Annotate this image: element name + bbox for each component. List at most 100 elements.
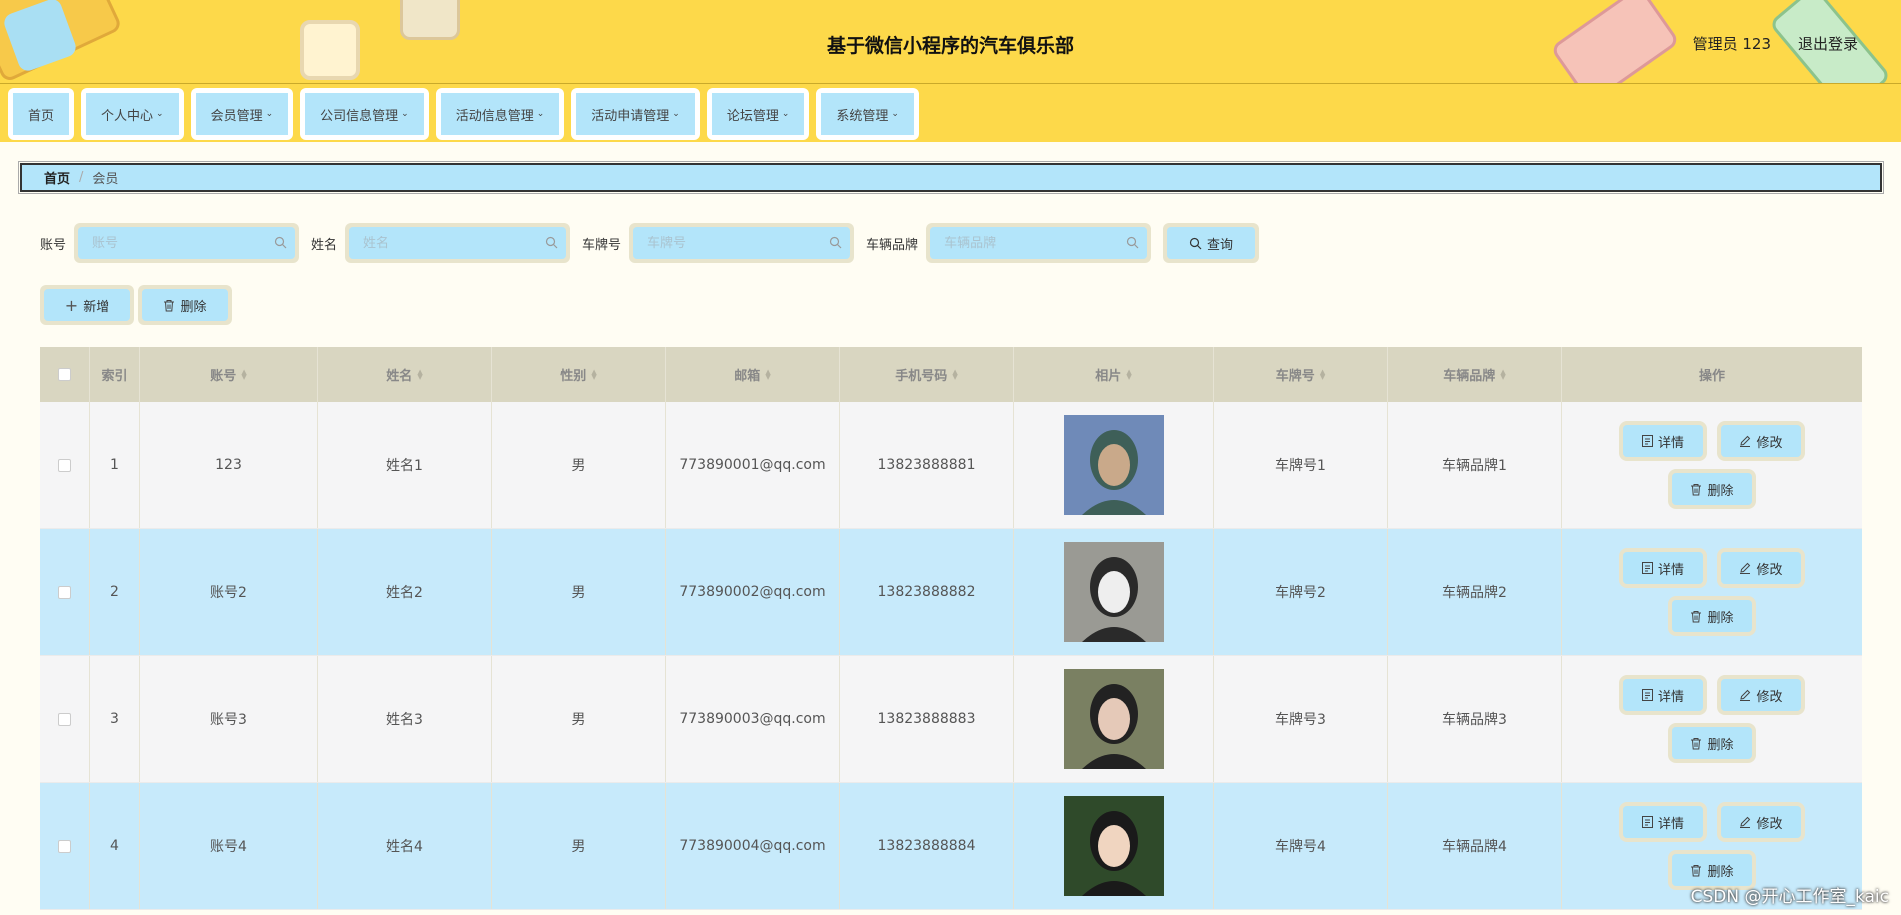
toolbar: + 新增 删除: [40, 285, 232, 325]
edit-button[interactable]: 修改: [1717, 675, 1805, 715]
plate-field: [629, 223, 855, 263]
select-all-checkbox[interactable]: [58, 368, 71, 381]
delete-button[interactable]: 删除: [1668, 596, 1756, 636]
chevron-down-icon: ⌄: [781, 109, 790, 119]
nav-item-profile[interactable]: 个人中心 ⌄: [81, 88, 184, 140]
row-checkbox[interactable]: [58, 585, 71, 599]
search-icon: [545, 236, 558, 249]
nav-label: 公司信息管理: [320, 108, 399, 124]
logout-link[interactable]: 退出登录: [1798, 33, 1858, 54]
member-photo[interactable]: [1063, 796, 1164, 896]
delete-label: 删除: [1707, 610, 1734, 626]
gender-cell: 男: [492, 656, 666, 782]
account-input[interactable]: [92, 235, 282, 251]
table-row: 1 123 姓名1 男 773890001@qq.com 13823888881…: [40, 402, 1862, 529]
email-cell: 773890003@qq.com: [666, 656, 840, 782]
nav-label: 活动信息管理: [455, 108, 534, 124]
sort-icon[interactable]: ▲ ▼: [417, 368, 422, 380]
col-header-email[interactable]: 邮箱 ▲ ▼: [666, 347, 840, 402]
detail-button[interactable]: 详情: [1619, 802, 1707, 842]
nav-item-home[interactable]: 首页: [8, 88, 75, 140]
actions-cell: 详情 修改 删除: [1562, 529, 1862, 655]
nav-item-activity[interactable]: 活动信息管理 ⌄: [435, 88, 565, 140]
member-photo[interactable]: [1063, 669, 1164, 769]
brand-input[interactable]: [944, 235, 1134, 251]
col-header-account[interactable]: 账号 ▲ ▼: [140, 347, 318, 402]
delete-button[interactable]: 删除: [1668, 723, 1756, 763]
trash-icon: [1691, 483, 1702, 495]
top-nav: 首页 个人中心 ⌄ 会员管理 ⌄ 公司信息管理 ⌄ 活动信息管理 ⌄ 活动申请管理 ⌄ 论…: [0, 84, 1901, 142]
col-header-gender[interactable]: 性别 ▲ ▼: [492, 347, 666, 402]
col-header-photo[interactable]: 相片 ▲ ▼: [1014, 347, 1214, 402]
row-checkbox[interactable]: [58, 712, 71, 726]
document-icon: [1641, 435, 1653, 447]
header: 基于微信小程序的汽车俱乐部 管理员 123 退出登录: [0, 0, 1901, 84]
sort-icon[interactable]: ▲ ▼: [1320, 368, 1325, 380]
delete-button[interactable]: 删除: [1668, 469, 1756, 509]
col-header-index: 索引: [90, 347, 140, 402]
brand-cell: 车辆品牌4: [1388, 783, 1562, 909]
brand-cell: 车辆品牌2: [1388, 529, 1562, 655]
batch-delete-button[interactable]: 删除: [138, 285, 232, 325]
col-header-brand[interactable]: 车辆品牌 ▲ ▼: [1388, 347, 1562, 402]
breadcrumb-current: 会员: [92, 172, 119, 187]
query-button[interactable]: 查询: [1163, 223, 1260, 263]
header-label: 操作: [1698, 369, 1725, 384]
breadcrumb-home[interactable]: 首页: [44, 168, 70, 187]
trash-icon: [1691, 864, 1702, 876]
nav-item-forum[interactable]: 论坛管理 ⌄: [706, 88, 810, 140]
col-header-plate[interactable]: 车牌号 ▲ ▼: [1214, 347, 1388, 402]
delete-label: 删除: [1707, 737, 1734, 753]
edit-label: 修改: [1756, 435, 1783, 451]
sort-icon[interactable]: ▲ ▼: [1126, 368, 1131, 380]
member-photo[interactable]: [1063, 542, 1164, 642]
name-cell: 姓名3: [318, 656, 492, 782]
edit-label: 修改: [1756, 816, 1783, 832]
chevron-down-icon: ⌄: [536, 109, 545, 119]
row-checkbox[interactable]: [58, 458, 71, 472]
member-photo[interactable]: [1063, 415, 1164, 515]
gender-cell: 男: [492, 783, 666, 909]
nav-label: 论坛管理: [726, 108, 779, 124]
row-checkbox[interactable]: [58, 839, 71, 853]
header-label: 车牌号: [1275, 369, 1315, 384]
nav-label: 首页: [28, 108, 55, 124]
col-header-phone[interactable]: 手机号码 ▲ ▼: [840, 347, 1014, 402]
nav-item-members[interactable]: 会员管理 ⌄: [190, 88, 294, 140]
edit-button[interactable]: 修改: [1717, 802, 1805, 842]
name-cell: 姓名2: [318, 529, 492, 655]
col-header-name[interactable]: 姓名 ▲ ▼: [318, 347, 492, 402]
plate-cell: 车牌号4: [1214, 783, 1388, 909]
detail-button[interactable]: 详情: [1619, 421, 1707, 461]
edit-button[interactable]: 修改: [1717, 548, 1805, 588]
nav-item-company[interactable]: 公司信息管理 ⌄: [300, 88, 429, 140]
nav-label: 会员管理: [210, 108, 263, 124]
index-cell: 1: [90, 402, 140, 528]
plate-cell: 车牌号1: [1214, 402, 1388, 528]
sort-icon[interactable]: ▲ ▼: [241, 368, 246, 380]
name-input[interactable]: [363, 235, 553, 251]
plate-label: 车牌号: [582, 237, 622, 253]
nav-item-system[interactable]: 系统管理 ⌄: [816, 88, 919, 140]
nav-item-application[interactable]: 活动申请管理 ⌄: [571, 88, 700, 140]
sort-icon[interactable]: ▲ ▼: [765, 368, 770, 380]
header-label: 账号: [210, 369, 237, 384]
header-label: 手机号码: [895, 369, 948, 384]
header-label: 性别: [560, 369, 587, 384]
plate-input[interactable]: [647, 235, 837, 251]
chevron-down-icon: ⌄: [156, 109, 164, 119]
add-button[interactable]: + 新增: [40, 285, 134, 325]
index-cell: 3: [90, 656, 140, 782]
sort-icon[interactable]: ▲ ▼: [591, 368, 596, 380]
detail-label: 详情: [1657, 689, 1684, 705]
header-label: 相片: [1095, 369, 1122, 384]
sort-icon[interactable]: ▲ ▼: [1500, 368, 1505, 380]
detail-button[interactable]: 详情: [1619, 548, 1707, 588]
edit-button[interactable]: 修改: [1717, 421, 1805, 461]
name-cell: 姓名1: [318, 402, 492, 528]
chevron-down-icon: ⌄: [672, 109, 680, 119]
select-cell: [40, 656, 90, 782]
gender-cell: 男: [492, 529, 666, 655]
detail-button[interactable]: 详情: [1619, 675, 1707, 715]
sort-icon[interactable]: ▲ ▼: [952, 368, 957, 380]
